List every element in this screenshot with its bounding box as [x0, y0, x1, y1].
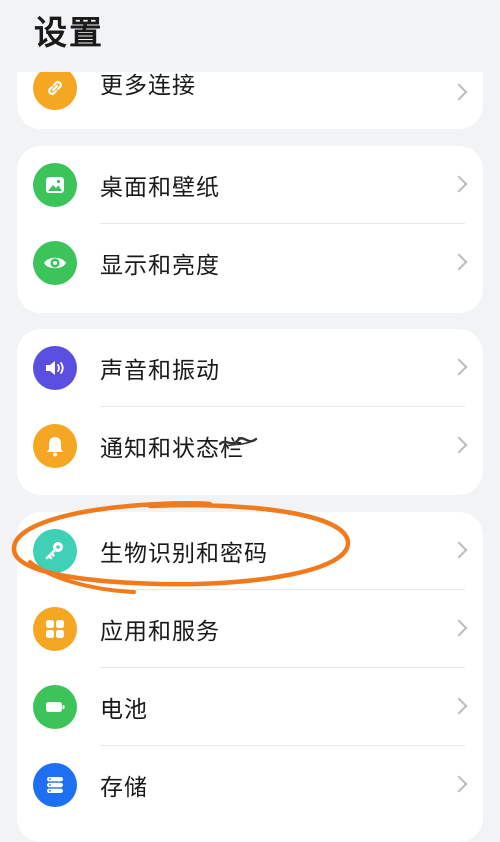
settings-item-label: 生物识别和密码 [100, 541, 268, 567]
settings-item-label: 桌面和壁纸 [100, 175, 220, 201]
chevron-right-icon [450, 253, 468, 271]
settings-item-notification-statusbar[interactable]: 通知和状态栏 [17, 407, 483, 485]
chevron-right-icon [450, 541, 468, 559]
apps-grid-icon [33, 607, 77, 651]
battery-icon [33, 685, 77, 729]
chevron-right-icon [450, 83, 468, 101]
settings-group-sound-notify: 声音和振动 通知和状态栏 [17, 329, 483, 495]
chevron-right-icon [450, 175, 468, 193]
settings-item-label: 声音和振动 [100, 358, 220, 384]
chevron-right-icon [450, 775, 468, 793]
key-icon [33, 529, 77, 573]
image-icon [33, 163, 77, 207]
settings-item-label: 通知和状态栏 [100, 436, 244, 462]
chevron-right-icon [450, 619, 468, 637]
settings-item-storage[interactable]: 存储 [17, 746, 483, 824]
settings-item-label: 应用和服务 [100, 619, 220, 645]
storage-icon [33, 763, 77, 807]
chevron-right-icon [450, 358, 468, 376]
settings-item-sound-vibration[interactable]: 声音和振动 [17, 329, 483, 407]
settings-item-battery[interactable]: 电池 [17, 668, 483, 746]
chevron-right-icon [450, 436, 468, 454]
settings-group-security-apps: 生物识别和密码 应用和服务 电池 存储 [17, 512, 483, 842]
chevron-right-icon [450, 697, 468, 715]
settings-item-biometrics-password[interactable]: 生物识别和密码 [17, 512, 483, 590]
settings-item-display-brightness[interactable]: 显示和亮度 [17, 224, 483, 302]
bell-icon [33, 424, 77, 468]
settings-item-home-wallpaper[interactable]: 桌面和壁纸 [17, 146, 483, 224]
settings-item-label: 存储 [100, 775, 148, 801]
page-title: 设置 [34, 13, 104, 52]
settings-item-apps-services[interactable]: 应用和服务 [17, 590, 483, 668]
settings-item-label: 显示和亮度 [100, 253, 220, 279]
settings-group-connections: 更多连接 [17, 72, 483, 129]
settings-group-display: 桌面和壁纸 显示和亮度 [17, 146, 483, 313]
settings-item-label: 电池 [100, 697, 148, 723]
link-icon [33, 72, 77, 110]
settings-item-label: 更多连接 [100, 73, 196, 99]
eye-icon [33, 241, 77, 285]
speaker-icon [33, 346, 77, 390]
settings-item-more-connections[interactable]: 更多连接 [17, 72, 483, 129]
